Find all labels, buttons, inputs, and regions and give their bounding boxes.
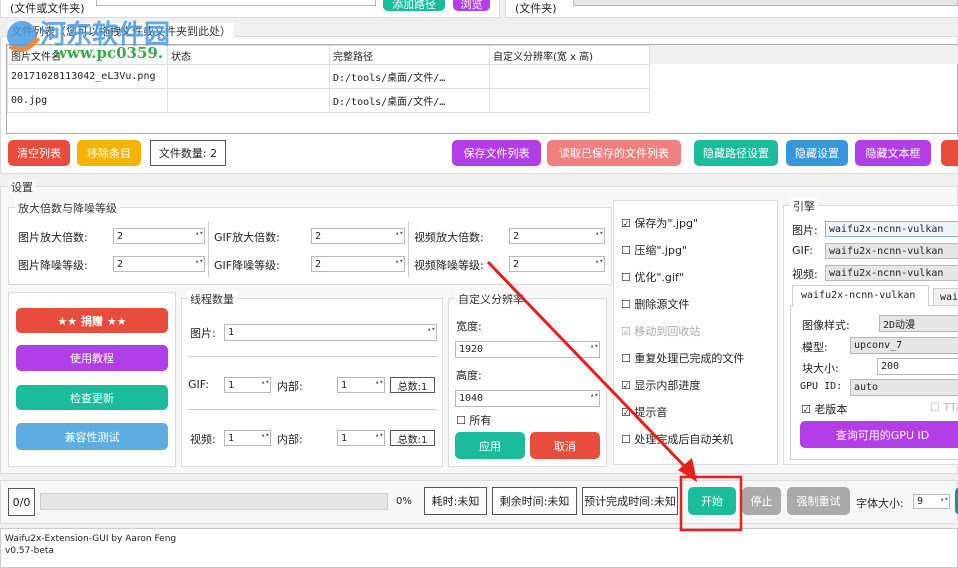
red-arrow-icon bbox=[486, 260, 692, 474]
highlight-box bbox=[679, 475, 743, 532]
annotation-overlay bbox=[486, 260, 743, 532]
